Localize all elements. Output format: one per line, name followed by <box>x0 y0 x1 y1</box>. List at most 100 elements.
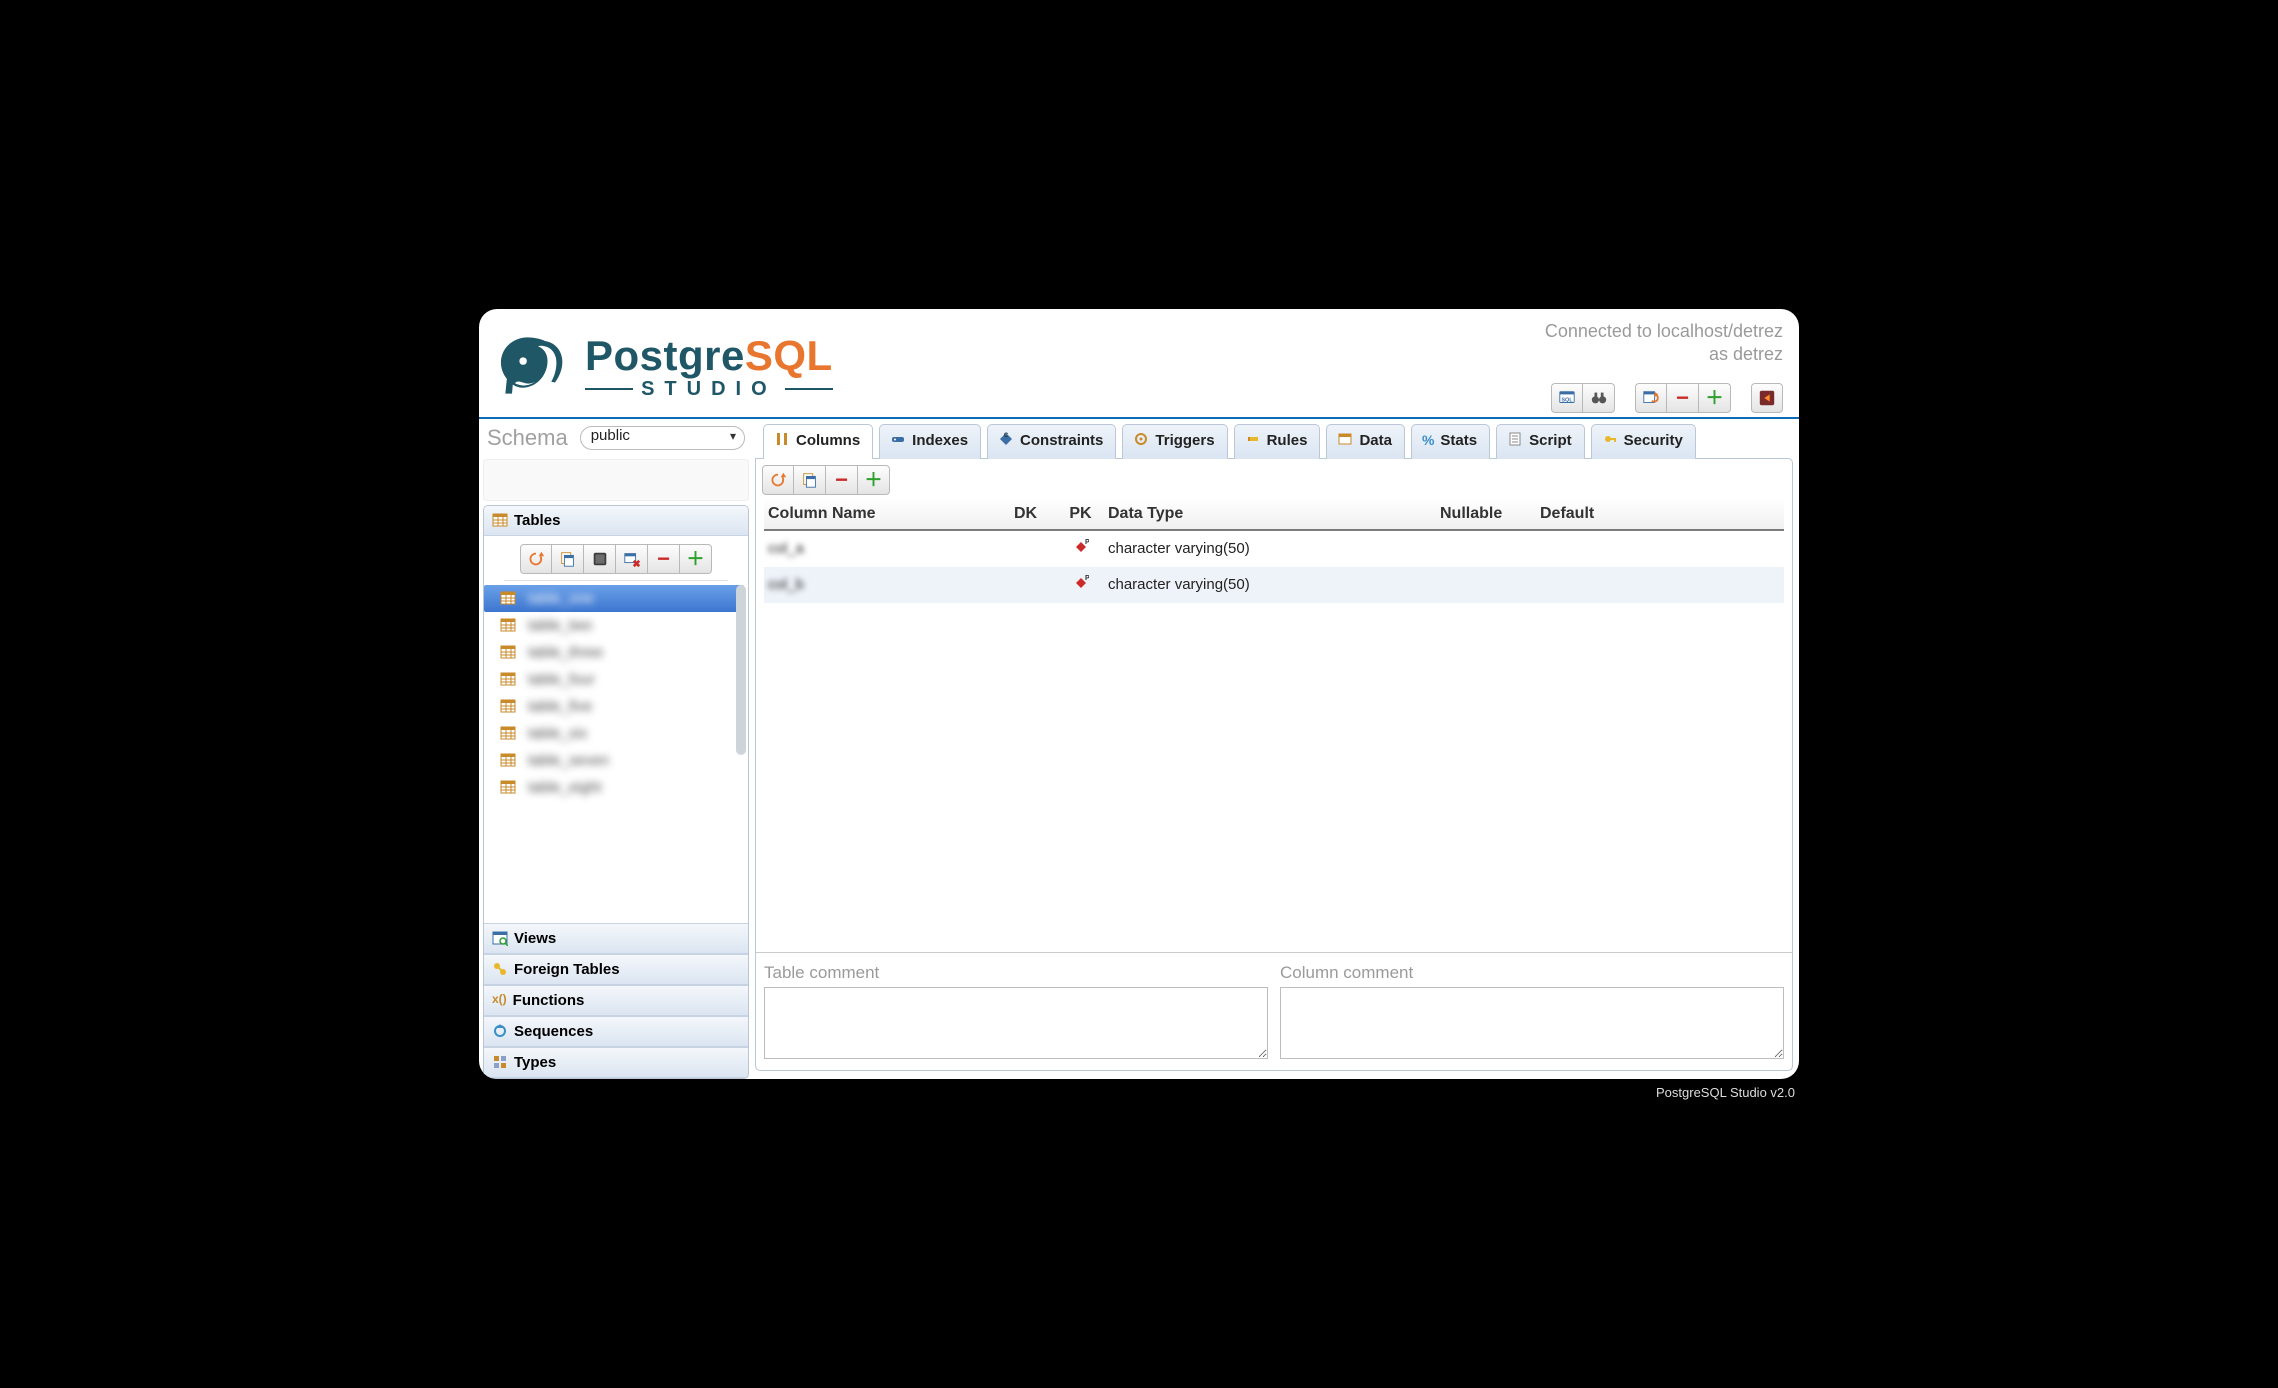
column-comment-input[interactable] <box>1280 987 1784 1059</box>
grid-row[interactable]: col_a P character varying(50) <box>764 531 1784 567</box>
section-types[interactable]: Types <box>484 1047 748 1078</box>
header-default[interactable]: Default <box>1540 505 1780 523</box>
header-nullable[interactable]: Nullable <box>1440 505 1540 523</box>
table-row[interactable]: table_eight <box>484 774 744 801</box>
tab-label: Script <box>1529 432 1572 449</box>
tables-add-button[interactable]: ＋ <box>680 544 712 574</box>
stats-icon: % <box>1422 432 1434 449</box>
svg-text:P: P <box>1085 575 1089 582</box>
tab-label: Triggers <box>1155 432 1214 449</box>
indexes-icon <box>890 431 906 451</box>
schema-label: Schema <box>487 425 568 451</box>
foreign-tables-icon <box>492 961 508 977</box>
header-column-name[interactable]: Column Name <box>768 505 998 523</box>
table-label: table_four <box>528 671 595 688</box>
scroll-thumb[interactable] <box>736 585 746 755</box>
tab-label: Security <box>1624 432 1683 449</box>
types-icon <box>492 1054 508 1070</box>
logo: PostgreSQL STUDIO <box>489 321 833 413</box>
table-label: table_eight <box>528 779 601 796</box>
comments-row: Table comment Column comment <box>756 952 1792 1070</box>
table-row[interactable]: table_five <box>484 693 744 720</box>
table-label: table_six <box>528 725 587 742</box>
table-comment-input[interactable] <box>764 987 1268 1059</box>
header-pk[interactable]: PK <box>1053 505 1108 523</box>
columns-remove-button[interactable]: − <box>826 465 858 495</box>
refresh-schema-button[interactable] <box>1635 383 1667 413</box>
sidebar-spacer <box>483 459 749 501</box>
plus-icon: ＋ <box>865 471 883 489</box>
tab-data[interactable]: Data <box>1326 424 1405 459</box>
binoculars-icon <box>1590 389 1608 407</box>
cell-column-name: col_b <box>768 576 804 593</box>
table-icon <box>500 617 516 633</box>
section-sequences[interactable]: Sequences <box>484 1016 748 1047</box>
tab-constraints[interactable]: CConstraints <box>987 424 1116 459</box>
rename-icon <box>801 471 819 489</box>
grid-row[interactable]: col_b P character varying(50) <box>764 567 1784 603</box>
data-icon <box>1337 431 1353 451</box>
svg-text:P: P <box>1085 539 1089 546</box>
table-row[interactable]: table_four <box>484 666 744 693</box>
section-foreign-tables[interactable]: Foreign Tables <box>484 954 748 985</box>
section-tables[interactable]: Tables <box>484 506 748 536</box>
table-icon <box>500 671 516 687</box>
sql-editor-button[interactable]: SQL <box>1551 383 1583 413</box>
rules-icon <box>1245 431 1261 451</box>
section-sequences-label: Sequences <box>514 1023 593 1040</box>
tab-rules[interactable]: Rules <box>1234 424 1321 459</box>
table-row[interactable]: table_two <box>484 612 744 639</box>
tables-props-button[interactable] <box>584 544 616 574</box>
tab-columns[interactable]: Columns <box>763 424 873 459</box>
refresh-icon <box>769 471 787 489</box>
tab-stats[interactable]: %Stats <box>1411 424 1490 459</box>
logo-text: PostgreSQL STUDIO <box>585 335 833 399</box>
table-row[interactable]: table_one <box>484 585 744 612</box>
tables-truncate-button[interactable] <box>616 544 648 574</box>
columns-refresh-button[interactable] <box>762 465 794 495</box>
tab-indexes[interactable]: Indexes <box>879 424 981 459</box>
table-row[interactable]: table_three <box>484 639 744 666</box>
tab-triggers[interactable]: Triggers <box>1122 424 1227 459</box>
logout-icon <box>1758 389 1776 407</box>
logout-button[interactable] <box>1751 383 1783 413</box>
remove-schema-button[interactable]: − <box>1667 383 1699 413</box>
elephant-icon <box>493 330 571 404</box>
tables-remove-button[interactable]: − <box>648 544 680 574</box>
section-functions[interactable]: x() Functions <box>484 985 748 1016</box>
schema-select[interactable]: public <box>580 426 745 450</box>
header-data-type[interactable]: Data Type <box>1108 505 1440 523</box>
sequences-icon <box>492 1023 508 1039</box>
logo-studio: STUDIO <box>641 379 777 399</box>
tables-list[interactable]: table_one table_two table_three table_fo… <box>484 581 748 923</box>
section-functions-label: Functions <box>513 992 585 1009</box>
cell-pk: P <box>1053 575 1108 595</box>
table-icon <box>500 725 516 741</box>
columns-icon <box>774 431 790 451</box>
tables-copy-button[interactable] <box>552 544 584 574</box>
add-schema-button[interactable]: ＋ <box>1699 383 1731 413</box>
find-button[interactable] <box>1583 383 1615 413</box>
plus-icon: ＋ <box>687 550 705 568</box>
columns-rename-button[interactable] <box>794 465 826 495</box>
columns-add-button[interactable]: ＋ <box>858 465 890 495</box>
header-dk[interactable]: DK <box>998 505 1053 523</box>
table-row[interactable]: table_six <box>484 720 744 747</box>
section-views-label: Views <box>514 930 556 947</box>
section-views[interactable]: Views <box>484 923 748 954</box>
tabs: Columns Indexes CConstraints Triggers Rules D… <box>755 423 1793 458</box>
truncate-icon <box>623 550 641 568</box>
tab-security[interactable]: Security <box>1591 424 1696 459</box>
tab-label: Rules <box>1267 432 1308 449</box>
tab-script[interactable]: Script <box>1496 424 1585 459</box>
primary-key-icon: P <box>1073 539 1089 555</box>
table-row[interactable]: table_seven <box>484 747 744 774</box>
connection-line1: Connected to localhost/detrez <box>1545 321 1783 342</box>
copy-table-icon <box>559 550 577 568</box>
sql-editor-icon: SQL <box>1558 389 1576 407</box>
tab-label: Indexes <box>912 432 968 449</box>
header-toolbar: SQL − ＋ <box>1545 383 1783 413</box>
tab-label: Columns <box>796 432 860 449</box>
tables-refresh-button[interactable] <box>520 544 552 574</box>
logo-postgre: Postgre <box>585 332 745 379</box>
